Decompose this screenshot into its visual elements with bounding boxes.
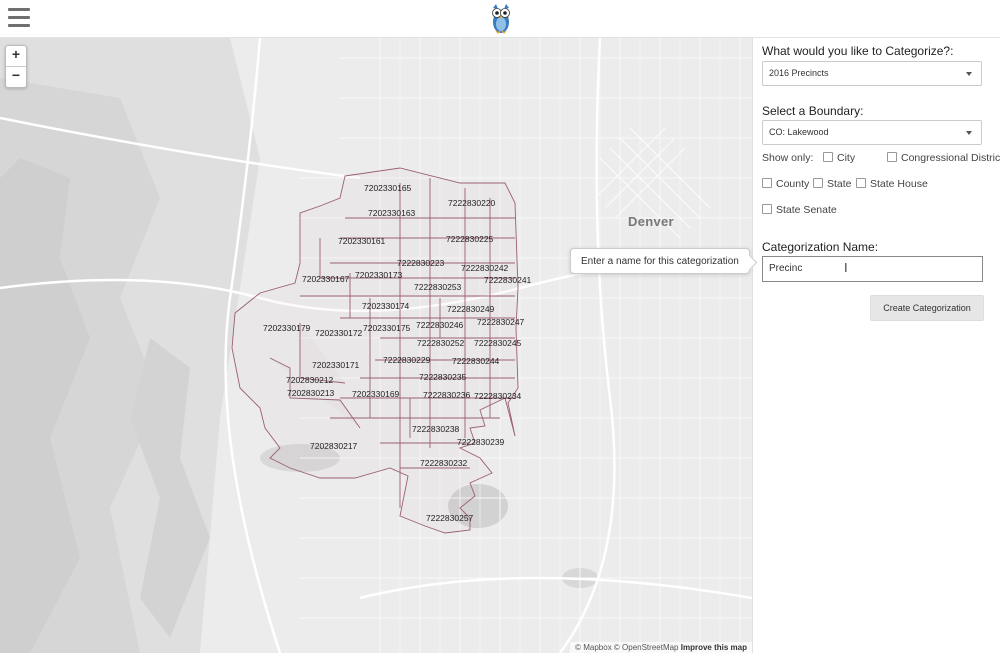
text-cursor-icon: I xyxy=(844,260,848,275)
precinct-label: 7202330172 xyxy=(315,328,363,338)
side-panel: What would you like to Categorize?: 2016… xyxy=(752,38,1000,653)
zoom-in-button[interactable]: + xyxy=(6,46,26,67)
filter-state-house[interactable]: State House xyxy=(856,178,928,190)
precinct-label: 7222830236 xyxy=(423,390,471,400)
categorization-name-input[interactable]: Precinc xyxy=(762,256,983,282)
filter-state-house-label: State House xyxy=(870,178,928,190)
create-categorization-button[interactable]: Create Categorization xyxy=(870,295,984,321)
precinct-label: 7222830242 xyxy=(461,263,509,273)
precinct-label: 7202330174 xyxy=(362,301,410,311)
precinct-label: 7202330175 xyxy=(363,323,411,333)
zoom-out-button[interactable]: − xyxy=(6,67,26,87)
precinct-label: 7222830247 xyxy=(477,317,525,327)
checkbox-icon[interactable] xyxy=(887,152,897,162)
improve-map-link[interactable]: Improve this map xyxy=(681,643,747,652)
boundary-label: Select a Boundary: xyxy=(762,104,864,118)
filter-state-senate-label: State Senate xyxy=(776,204,837,216)
checkbox-icon[interactable] xyxy=(762,204,772,214)
precinct-label: 7202330167 xyxy=(302,274,350,284)
precinct-label: 7222830244 xyxy=(452,356,500,366)
map-attribution: © Mapbox © OpenStreetMap Improve this ma… xyxy=(570,642,752,653)
filter-state-label: State xyxy=(827,178,852,190)
checkbox-icon[interactable] xyxy=(813,178,823,188)
filter-county[interactable]: County xyxy=(762,178,809,190)
boundary-select-value: CO: Lakewood xyxy=(769,127,829,137)
precinct-label: 7202330173 xyxy=(355,270,403,280)
filter-state[interactable]: State xyxy=(813,178,852,190)
categorize-label: What would you like to Categorize?: xyxy=(762,44,954,58)
filter-city-label: City xyxy=(837,152,856,164)
precinct-label: 7202330179 xyxy=(263,323,311,333)
filter-congressional-district-label: Congressional District xyxy=(901,152,1000,164)
precinct-label: 7222830220 xyxy=(448,198,496,208)
filter-state-senate[interactable]: State Senate xyxy=(762,204,837,216)
precinct-label: 7202330163 xyxy=(368,208,416,218)
checkbox-icon[interactable] xyxy=(762,178,772,188)
precinct-label: 7202330169 xyxy=(352,389,400,399)
precinct-label: 7202330165 xyxy=(364,183,412,193)
categorization-name-label: Categorization Name: xyxy=(762,240,879,254)
precinct-label: 7222830257 xyxy=(426,513,474,523)
basemap xyxy=(0,38,752,653)
checkbox-icon[interactable] xyxy=(823,152,833,162)
precinct-label: 7222830234 xyxy=(474,391,522,401)
zoom-control: + − xyxy=(5,45,27,88)
precinct-label: 7222830239 xyxy=(457,437,505,447)
hamburger-icon[interactable] xyxy=(8,8,30,27)
precinct-label: 7222830225 xyxy=(446,234,494,244)
precinct-label: 7222830238 xyxy=(412,424,460,434)
precinct-label: 7222830229 xyxy=(383,355,431,365)
precinct-label: 7222830253 xyxy=(414,282,462,292)
attribution-text: © Mapbox © OpenStreetMap xyxy=(575,643,679,652)
precinct-label: 7222830246 xyxy=(416,320,464,330)
precinct-label: 7202330161 xyxy=(338,236,386,246)
precinct-label: 7222830223 xyxy=(397,258,445,268)
precinct-label: 7222830235 xyxy=(419,372,467,382)
precinct-label: 7202830213 xyxy=(287,388,335,398)
precinct-label: 7202830212 xyxy=(286,375,334,385)
city-label: Denver xyxy=(628,214,674,229)
categorize-select[interactable]: 2016 Precincts xyxy=(762,61,982,86)
precinct-label: 7202330171 xyxy=(312,360,360,370)
precinct-label: 7222830245 xyxy=(474,338,522,348)
precinct-label: 7202830217 xyxy=(310,441,358,451)
filter-county-label: County xyxy=(776,178,810,190)
map-view[interactable]: + − Denver 7202330165 7222830220 720233016… xyxy=(0,38,752,653)
checkbox-icon[interactable] xyxy=(856,178,866,188)
show-only-label: Show only: xyxy=(762,152,814,164)
precinct-label: 7222830249 xyxy=(447,304,495,314)
precinct-label: 7222830252 xyxy=(417,338,465,348)
chevron-down-icon xyxy=(966,72,972,76)
name-tooltip: Enter a name for this categorization xyxy=(570,248,750,274)
precinct-label: 7222830232 xyxy=(420,458,468,468)
boundary-select[interactable]: CO: Lakewood xyxy=(762,120,982,145)
filter-congressional-district[interactable]: Congressional District xyxy=(887,152,1000,164)
top-bar xyxy=(0,0,1000,38)
chevron-down-icon xyxy=(966,131,972,135)
precinct-label: 7222830241 xyxy=(484,275,532,285)
filter-city[interactable]: City xyxy=(823,152,855,164)
categorize-select-value: 2016 Precincts xyxy=(769,68,829,78)
owl-logo-icon[interactable] xyxy=(490,2,512,34)
